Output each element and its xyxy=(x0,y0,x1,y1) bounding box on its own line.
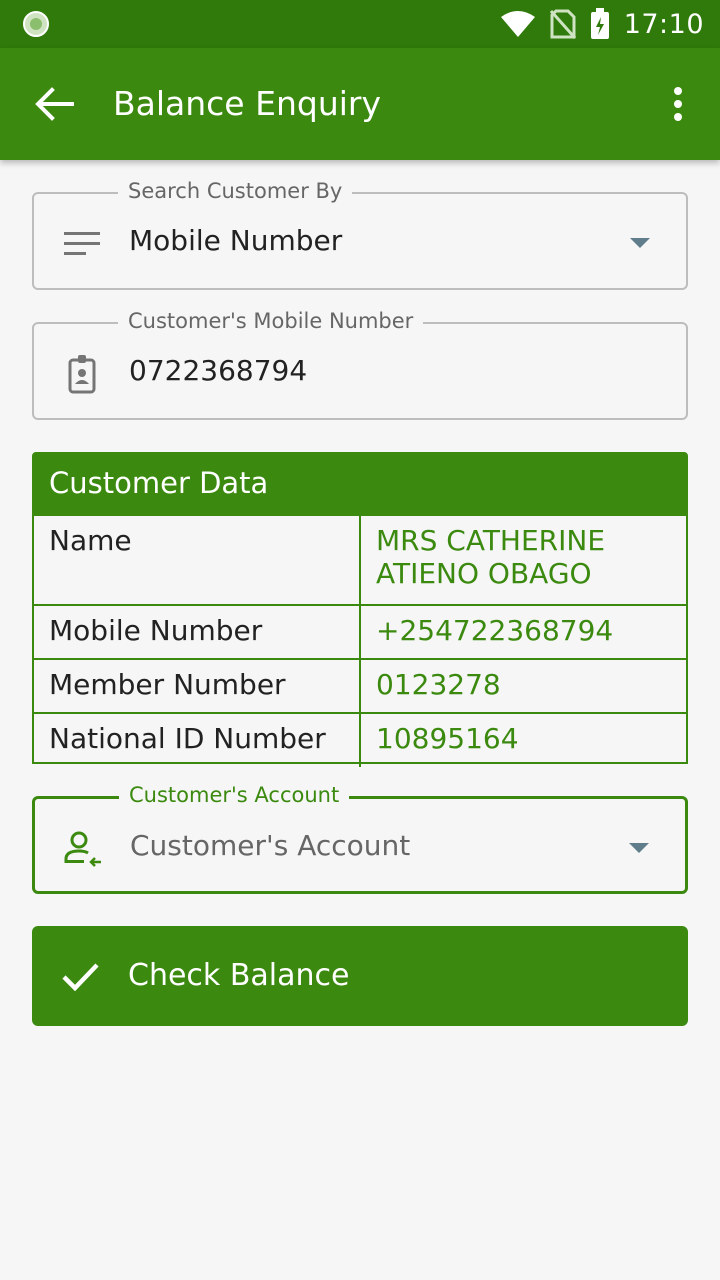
mobile-number-label: Customer's Mobile Number xyxy=(118,309,424,333)
row-value: MRS CATHERINE ATIENO OBAGO xyxy=(360,514,686,605)
person-account-icon xyxy=(64,831,101,867)
customer-data-table: Name MRS CATHERINE ATIENO OBAGO Mobile N… xyxy=(34,514,686,767)
filter-list-icon xyxy=(64,232,100,255)
search-by-value: Mobile Number xyxy=(129,224,343,257)
id-badge-icon xyxy=(68,355,96,394)
dropdown-arrow-icon xyxy=(630,238,650,248)
status-bar: 17:10 xyxy=(0,0,720,48)
customer-account-dropdown[interactable]: Customer's Account Customer's Account xyxy=(32,783,688,894)
table-row: Member Number 0123278 xyxy=(34,658,686,713)
app-bar: Balance Enquiry xyxy=(0,48,720,160)
mobile-number-input[interactable]: 0722368794 xyxy=(129,354,307,387)
table-row: Mobile Number +254722368794 xyxy=(34,604,686,659)
customer-account-placeholder: Customer's Account xyxy=(130,829,411,862)
row-value: 0123278 xyxy=(360,658,686,713)
row-key: Name xyxy=(34,514,361,605)
search-by-dropdown[interactable]: Search Customer By Mobile Number xyxy=(32,179,688,290)
table-row: National ID Number 10895164 xyxy=(34,712,686,767)
customer-data-card: Customer Data Name MRS CATHERINE ATIENO … xyxy=(32,452,688,767)
row-key: Mobile Number xyxy=(34,604,361,659)
back-arrow-icon[interactable] xyxy=(34,86,74,122)
status-time: 17:10 xyxy=(623,8,704,40)
table-row: Name MRS CATHERINE ATIENO OBAGO xyxy=(34,514,686,605)
overflow-menu-icon[interactable] xyxy=(672,86,684,122)
search-by-label: Search Customer By xyxy=(118,179,353,203)
row-key: National ID Number xyxy=(34,712,361,767)
battery-icon xyxy=(590,8,609,39)
no-sim-icon xyxy=(549,9,576,39)
row-value: +254722368794 xyxy=(360,604,686,659)
check-balance-label: Check Balance xyxy=(128,958,350,993)
mobile-number-field[interactable]: Customer's Mobile Number 0722368794 xyxy=(32,309,688,420)
wifi-icon xyxy=(500,11,535,37)
dropdown-arrow-icon xyxy=(629,843,649,853)
customer-account-label: Customer's Account xyxy=(119,783,350,807)
customer-data-title: Customer Data xyxy=(34,454,686,514)
check-balance-button[interactable]: Check Balance xyxy=(32,926,688,1026)
check-icon xyxy=(62,963,99,992)
row-value: 10895164 xyxy=(360,712,686,767)
page-title: Balance Enquiry xyxy=(113,84,381,123)
row-key: Member Number xyxy=(34,658,361,713)
app-notification-icon xyxy=(23,11,49,37)
